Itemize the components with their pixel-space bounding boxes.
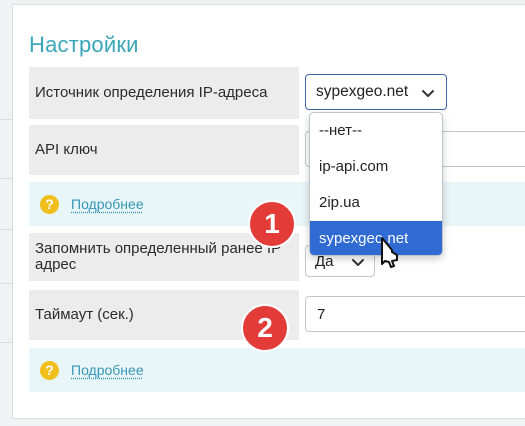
remember-ip-label-text: Запомнить определенный ранее IP адрес (35, 240, 281, 273)
api-key-label-text: API ключ (35, 141, 98, 158)
timeout-input[interactable]: 7 (305, 296, 525, 332)
ip-source-select-value: sypexgeo.net (316, 83, 409, 100)
help-icon: ? (40, 360, 59, 380)
option-none[interactable]: --нет-- (310, 113, 442, 149)
annotation-badge-1: 1 (248, 200, 296, 248)
help-icon: ? (40, 194, 59, 214)
timeout-label-text: Таймаут (сек.) (35, 306, 134, 323)
annotation-badge-2: 2 (241, 304, 289, 352)
option-ip-api[interactable]: ip-api.com (310, 149, 442, 185)
timeout-input-value: 7 (317, 305, 326, 323)
mouse-cursor-icon (381, 237, 398, 268)
chevron-down-icon (352, 259, 364, 266)
left-edge (0, 0, 12, 426)
ip-source-select[interactable]: sypexgeo.net (305, 74, 447, 110)
more-link-2[interactable]: Подробнее (71, 362, 144, 378)
help-strip-2: ? Подробнее (29, 348, 525, 392)
more-link-1[interactable]: Подробнее (71, 196, 144, 212)
api-key-label: API ключ (29, 125, 299, 175)
chevron-down-icon (422, 90, 434, 97)
page-title: Настройки (29, 32, 139, 57)
ip-source-label-text: Источник определения IP-адреса (35, 84, 268, 101)
ip-source-label: Источник определения IP-адреса (29, 67, 299, 119)
option-2ip[interactable]: 2ip.ua (310, 185, 442, 221)
